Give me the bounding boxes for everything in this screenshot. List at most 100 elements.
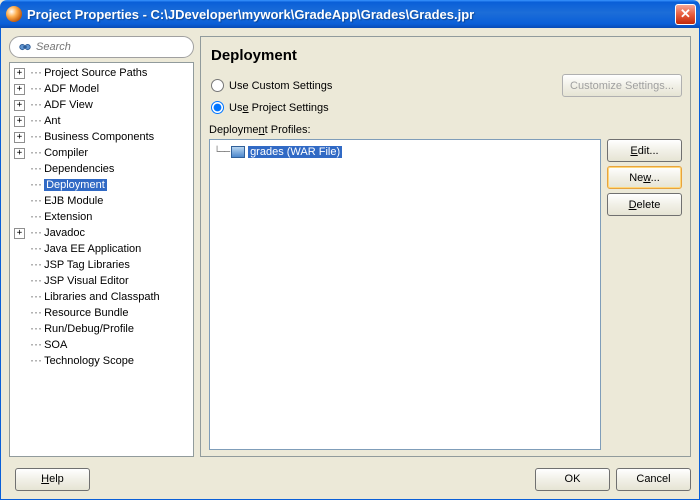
expand-spacer bbox=[14, 164, 25, 175]
tree-item[interactable]: ···Java EE Application bbox=[10, 241, 193, 257]
expand-icon[interactable]: + bbox=[14, 68, 25, 79]
tree-item-label: JSP Visual Editor bbox=[44, 275, 129, 287]
expand-spacer bbox=[14, 180, 25, 191]
customize-settings-button: Customize Settings... bbox=[562, 74, 682, 97]
profile-item-label: grades (WAR File) bbox=[248, 146, 342, 158]
panel-heading: Deployment bbox=[209, 43, 682, 72]
tree-item[interactable]: +···Business Components bbox=[10, 129, 193, 145]
tree-item-label: Compiler bbox=[44, 147, 88, 159]
search-input[interactable] bbox=[36, 41, 185, 53]
tree-dots: ··· bbox=[29, 68, 41, 79]
expand-spacer bbox=[14, 356, 25, 367]
tree-item-label: Resource Bundle bbox=[44, 307, 128, 319]
content-panel: Deployment Use Custom Settings Customize… bbox=[200, 36, 691, 457]
custom-settings-row: Use Custom Settings Customize Settings..… bbox=[209, 72, 682, 99]
delete-button[interactable]: Delete bbox=[607, 193, 682, 216]
use-custom-radio[interactable] bbox=[211, 79, 224, 92]
expand-icon[interactable]: + bbox=[14, 84, 25, 95]
tree-item[interactable]: +···ADF Model bbox=[10, 81, 193, 97]
tree-item-label: Technology Scope bbox=[44, 355, 134, 367]
use-project-label: Use Project Settings bbox=[229, 102, 329, 114]
tree-dots: ··· bbox=[29, 180, 41, 191]
search-field[interactable] bbox=[9, 36, 194, 58]
main-area: +···Project Source Paths+···ADF Model+··… bbox=[9, 36, 691, 457]
expand-spacer bbox=[14, 340, 25, 351]
tree-dots: ··· bbox=[29, 308, 41, 319]
tree-item-label: SOA bbox=[44, 339, 67, 351]
tree-dots: ··· bbox=[29, 260, 41, 271]
dialog-body: +···Project Source Paths+···ADF Model+··… bbox=[0, 28, 700, 500]
tree-item[interactable]: ···JSP Tag Libraries bbox=[10, 257, 193, 273]
tree-item-label: ADF View bbox=[44, 99, 93, 111]
tree-item-label: EJB Module bbox=[44, 195, 103, 207]
tree-item-label: Javadoc bbox=[44, 227, 85, 239]
tree-item[interactable]: ···Extension bbox=[10, 209, 193, 225]
tree-item[interactable]: + ···ADF View bbox=[10, 97, 193, 113]
profile-buttons: Edit... New... Delete bbox=[607, 139, 682, 450]
tree-dots: ··· bbox=[29, 324, 41, 335]
profile-item[interactable]: └── grades (WAR File) bbox=[214, 144, 596, 160]
tree-item[interactable]: ···Resource Bundle bbox=[10, 305, 193, 321]
edit-button[interactable]: Edit... bbox=[607, 139, 682, 162]
tree-connector: └── bbox=[214, 147, 229, 158]
tree-item[interactable]: + ···Javadoc bbox=[10, 225, 193, 241]
tree-item-label: Deployment bbox=[44, 179, 107, 191]
tree-item-label: JSP Tag Libraries bbox=[44, 259, 130, 271]
expand-spacer bbox=[14, 276, 25, 287]
tree-item[interactable]: + ···Compiler bbox=[10, 145, 193, 161]
expand-spacer bbox=[14, 212, 25, 223]
tree-item-label: Ant bbox=[44, 115, 61, 127]
expand-icon[interactable]: + bbox=[14, 116, 25, 127]
tree-item[interactable]: ···Technology Scope bbox=[10, 353, 193, 369]
tree-item[interactable]: ···Deployment bbox=[10, 177, 193, 193]
tree-dots: ··· bbox=[29, 228, 41, 239]
tree-item[interactable]: ···Libraries and Classpath bbox=[10, 289, 193, 305]
tree-item-label: Java EE Application bbox=[44, 243, 141, 255]
app-icon bbox=[6, 6, 22, 22]
project-settings-row: Use Project Settings bbox=[209, 99, 682, 116]
ok-button[interactable]: OK bbox=[535, 468, 610, 491]
tree-item[interactable]: ···JSP Visual Editor bbox=[10, 273, 193, 289]
tree-item[interactable]: + ···Ant bbox=[10, 113, 193, 129]
tree-dots: ··· bbox=[29, 212, 41, 223]
titlebar: Project Properties - C:\JDeveloper\mywor… bbox=[0, 0, 700, 28]
tree-dots: ··· bbox=[29, 244, 41, 255]
tree-item[interactable]: ···Dependencies bbox=[10, 161, 193, 177]
profiles-list[interactable]: └── grades (WAR File) bbox=[209, 139, 601, 450]
window-title: Project Properties - C:\JDeveloper\mywor… bbox=[27, 7, 675, 22]
tree-dots: ··· bbox=[29, 164, 41, 175]
help-button[interactable]: Help bbox=[15, 468, 90, 491]
tree-dots: ··· bbox=[29, 100, 41, 111]
expand-spacer bbox=[14, 292, 25, 303]
close-button[interactable]: ✕ bbox=[675, 4, 696, 25]
use-project-radio[interactable] bbox=[211, 101, 224, 114]
expand-icon[interactable]: + bbox=[14, 132, 25, 143]
tree-item-label: Project Source Paths bbox=[44, 67, 147, 79]
expand-spacer bbox=[14, 196, 25, 207]
tree-dots: ··· bbox=[29, 148, 41, 159]
tree-item[interactable]: + ···Project Source Paths bbox=[10, 65, 193, 81]
tree-dots: ··· bbox=[29, 116, 41, 127]
tree-dots: ··· bbox=[29, 292, 41, 303]
category-tree[interactable]: +···Project Source Paths+···ADF Model+··… bbox=[9, 62, 194, 457]
tree-item-label: Run/Debug/Profile bbox=[44, 323, 134, 335]
new-button[interactable]: New... bbox=[607, 166, 682, 189]
tree-dots: ··· bbox=[29, 132, 41, 143]
profiles-label: Deployment Profiles: bbox=[209, 120, 682, 139]
expand-icon[interactable]: + bbox=[14, 228, 25, 239]
use-custom-label: Use Custom Settings bbox=[229, 80, 332, 92]
cancel-button[interactable]: Cancel bbox=[616, 468, 691, 491]
expand-spacer bbox=[14, 324, 25, 335]
expand-icon[interactable]: + bbox=[14, 100, 25, 111]
tree-item[interactable]: ···Run/Debug/Profile bbox=[10, 321, 193, 337]
tree-item[interactable]: ···EJB Module bbox=[10, 193, 193, 209]
tree-item-label: Dependencies bbox=[44, 163, 114, 175]
tree-item-label: Libraries and Classpath bbox=[44, 291, 160, 303]
tree-dots: ··· bbox=[29, 84, 41, 95]
tree-dots: ··· bbox=[29, 340, 41, 351]
left-panel: +···Project Source Paths+···ADF Model+··… bbox=[9, 36, 194, 457]
bottom-bar: Help OK Cancel bbox=[9, 457, 691, 491]
expand-icon[interactable]: + bbox=[14, 148, 25, 159]
expand-spacer bbox=[14, 308, 25, 319]
tree-item[interactable]: ···SOA bbox=[10, 337, 193, 353]
